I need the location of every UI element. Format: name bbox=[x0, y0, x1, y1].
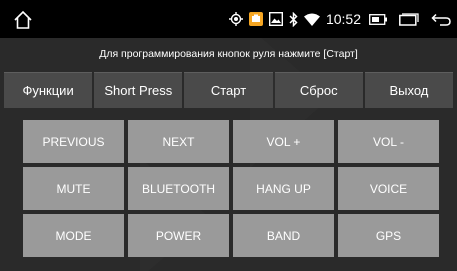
app-notification-icon bbox=[248, 12, 263, 26]
bluetooth-icon bbox=[289, 11, 298, 27]
key-volume-down[interactable]: VOL - bbox=[338, 120, 439, 163]
key-voice[interactable]: VOICE bbox=[338, 167, 439, 210]
key-volume-up[interactable]: VOL + bbox=[233, 120, 334, 163]
key-power[interactable]: POWER bbox=[128, 214, 229, 257]
back-icon[interactable] bbox=[431, 13, 451, 26]
control-tab-bar: Функции Short Press Старт Сброс Выход bbox=[4, 72, 454, 108]
instruction-text: Для программирования кнопок руля нажмите… bbox=[99, 48, 358, 60]
home-icon[interactable] bbox=[13, 10, 33, 30]
functions-tab[interactable]: Функции bbox=[4, 72, 93, 108]
status-icons: 10:52 bbox=[223, 9, 451, 29]
wifi-icon bbox=[303, 13, 320, 26]
key-next[interactable]: NEXT bbox=[128, 120, 229, 163]
clock: 10:52 bbox=[325, 11, 361, 27]
key-previous[interactable]: PREVIOUS bbox=[23, 120, 124, 163]
battery-icon bbox=[369, 13, 387, 25]
location-icon bbox=[228, 12, 243, 26]
status-bar: 10:52 bbox=[0, 0, 457, 38]
start-button[interactable]: Старт bbox=[184, 72, 273, 108]
key-mode[interactable]: MODE bbox=[23, 214, 124, 257]
short-press-tab[interactable]: Short Press bbox=[94, 72, 183, 108]
key-hang-up[interactable]: HANG UP bbox=[233, 167, 334, 210]
steering-wheel-panel: Для программирования кнопок руля нажмите… bbox=[0, 38, 457, 271]
exit-button[interactable]: Выход bbox=[364, 72, 454, 108]
key-mute[interactable]: MUTE bbox=[23, 167, 124, 210]
key-band[interactable]: BAND bbox=[233, 214, 334, 257]
key-bluetooth[interactable]: BLUETOOTH bbox=[128, 167, 229, 210]
image-notification-icon bbox=[268, 12, 283, 26]
recent-apps-icon[interactable] bbox=[399, 12, 419, 26]
reset-button[interactable]: Сброс bbox=[274, 72, 363, 108]
key-gps[interactable]: GPS bbox=[338, 214, 439, 257]
steering-keys-grid: PREVIOUS NEXT VOL + VOL - MUTE BLUETOOTH… bbox=[23, 120, 439, 257]
